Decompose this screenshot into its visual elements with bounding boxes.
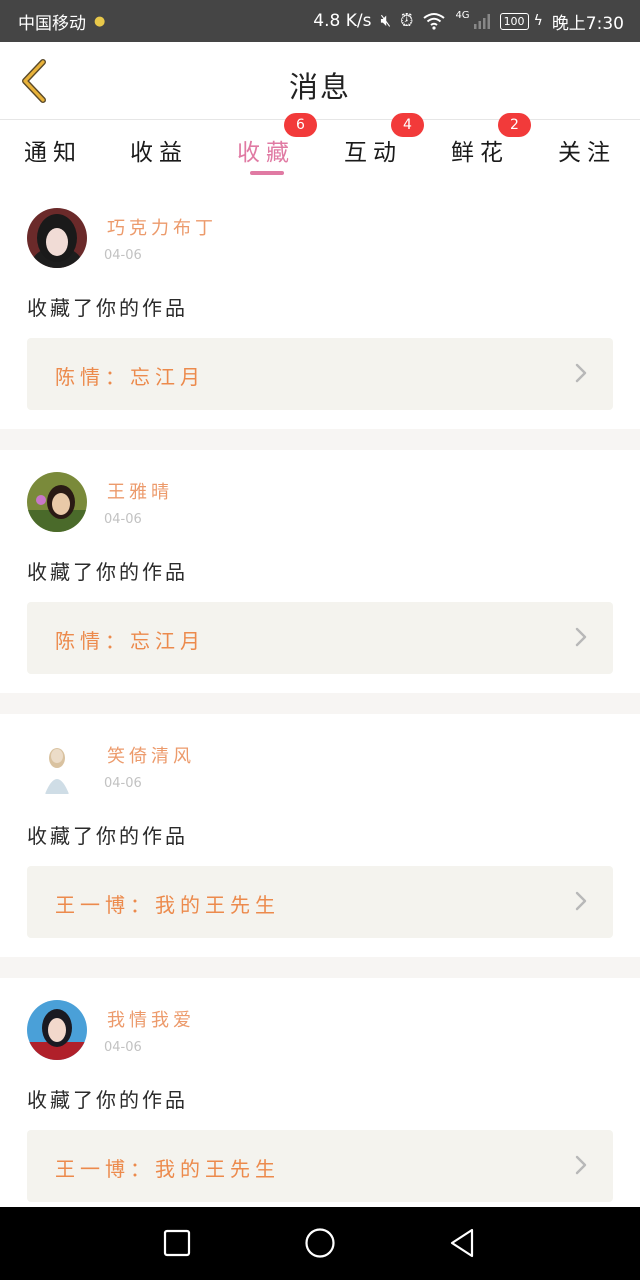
list-item: 我情我爱 04-06 收藏了你的作品 王一博：我的王先生 [0,978,640,1221]
action-text: 收藏了你的作品 [27,1088,188,1112]
work-link[interactable]: 陈情：忘江月 [27,602,613,674]
avatar[interactable] [27,208,87,268]
tab-bar: 通知 收益 收藏 6 互动 4 鲜花 2 关注 [0,113,640,185]
avatar[interactable] [27,472,87,532]
status-bar: 中国移动 ● 4.8 K/s 🔇︎ ⏰︎ 4G 100 ϟ 晚上7:30 [0,0,640,42]
action-text: 收藏了你的作品 [27,824,188,848]
tab-interactions[interactable]: 互动 4 [320,113,426,185]
home-button[interactable] [298,1221,342,1265]
user-name[interactable]: 笑倚清风 [107,742,195,768]
status-right: 4.8 K/s 🔇︎ ⏰︎ 4G 100 ϟ 晚上7:30 [313,9,624,34]
active-tab-indicator [250,171,284,175]
message-date: 04-06 [104,776,142,791]
tab-favorites[interactable]: 收藏 6 [213,113,319,185]
clock: 晚上7:30 [551,13,624,34]
tab-flowers[interactable]: 鲜花 2 [427,113,533,185]
wifi-icon [423,13,446,30]
divider [0,957,640,978]
user-name[interactable]: 巧克力布丁 [107,214,217,240]
status-left: 中国移动 ● [18,9,105,34]
list-item: 巧克力布丁 04-06 收藏了你的作品 陈情：忘江月 [0,186,640,429]
action-text: 收藏了你的作品 [27,560,188,584]
avatar[interactable] [27,1000,87,1060]
message-date: 04-06 [104,248,142,263]
tab-label: 收藏 [237,140,295,166]
action-text: 收藏了你的作品 [27,296,188,320]
tab-label: 通知 [24,140,82,166]
work-link[interactable]: 王一博：我的王先生 [27,1130,613,1202]
battery-level: 100 [503,14,525,28]
work-link[interactable]: 陈情：忘江月 [27,338,613,410]
message-date: 04-06 [104,1040,142,1055]
tab-label: 收益 [130,140,188,166]
tab-label: 关注 [558,140,616,166]
work-link[interactable]: 王一博：我的王先生 [27,866,613,938]
avatar-image [27,1000,87,1060]
network-type: 4G [455,9,470,21]
notification-bulb-icon: ● [94,13,106,29]
back-nav-button[interactable] [440,1221,484,1265]
user-name[interactable]: 我情我爱 [107,1006,195,1032]
message-list: 巧克力布丁 04-06 收藏了你的作品 陈情：忘江月 王雅晴 04-06 收藏了… [0,186,640,1221]
carrier-name: 中国移动 [18,13,86,34]
tab-label: 鲜花 [451,140,509,166]
battery-icon: 100 [499,12,529,30]
chevron-right-icon [575,1155,587,1175]
tab-earnings[interactable]: 收益 [106,121,212,185]
chevron-right-icon [575,627,587,647]
signal-icon [473,14,490,29]
tab-badge: 6 [284,113,317,137]
chevron-right-icon [575,363,587,383]
avatar[interactable] [27,736,87,796]
tab-notifications[interactable]: 通知 [0,121,106,185]
divider [0,693,640,714]
divider [0,429,640,450]
message-date: 04-06 [104,512,142,527]
work-title: 陈情：忘江月 [55,365,205,389]
avatar-image [27,208,87,268]
network-speed: 4.8 K/s [313,11,372,31]
work-title: 陈情：忘江月 [55,629,205,653]
charging-icon: ϟ [533,13,543,29]
tab-badge: 2 [498,113,531,137]
list-item: 王雅晴 04-06 收藏了你的作品 陈情：忘江月 [0,450,640,693]
avatar-image [27,472,87,532]
page-title: 消息 [288,70,351,104]
tab-badge: 4 [391,113,424,137]
list-item: 笑倚清风 04-06 收藏了你的作品 王一博：我的王先生 [0,714,640,957]
work-title: 王一博：我的王先生 [55,893,280,917]
avatar-image [27,736,87,796]
mute-icon: 🔇︎ [380,10,392,31]
app-header: 消息 [0,42,640,120]
recent-apps-button[interactable] [155,1221,199,1265]
alarm-icon: ⏰︎ [400,10,414,31]
system-nav-bar [0,1207,640,1280]
work-title: 王一博：我的王先生 [55,1157,280,1181]
user-name[interactable]: 王雅晴 [107,478,173,504]
tab-label: 互动 [344,140,402,166]
chevron-right-icon [575,891,587,911]
tab-follows[interactable]: 关注 [534,121,640,185]
